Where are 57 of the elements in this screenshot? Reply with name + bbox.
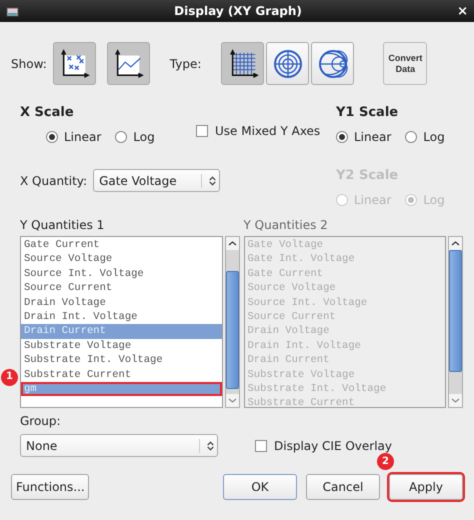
list-item[interactable]: Source Int. Voltage <box>21 266 222 282</box>
smith-chart-icon <box>316 48 349 80</box>
radio-button[interactable] <box>115 131 128 143</box>
scroll-up-icon[interactable] <box>226 237 238 250</box>
radio-label: Linear <box>64 130 102 144</box>
group-dropdown[interactable]: None <box>20 434 218 457</box>
scroll-up-icon[interactable] <box>449 237 462 250</box>
radio-button[interactable] <box>405 131 418 143</box>
plot-type-button[interactable] <box>311 42 354 85</box>
show-label: Show: <box>11 56 47 70</box>
scale-title: Y1 Scale <box>336 105 400 120</box>
scroll-down-icon[interactable] <box>449 394 462 407</box>
cancel-button[interactable]: Cancel <box>306 474 380 500</box>
checkbox-label: Use Mixed Y Axes <box>215 124 320 138</box>
scrollbar[interactable] <box>224 236 240 408</box>
scroll-down-icon[interactable] <box>226 394 238 407</box>
radio-label: Log <box>133 130 155 144</box>
ok-button[interactable]: OK <box>223 474 297 500</box>
list-item[interactable]: Gate Current <box>21 238 222 252</box>
convert-data-button[interactable]: Convert Data <box>383 42 428 85</box>
radio-button[interactable] <box>46 131 58 143</box>
polar-plot-icon <box>272 48 304 80</box>
checkbox-label: Display CIE Overlay <box>274 438 392 452</box>
list-item[interactable]: Drain Int. Voltage <box>21 310 222 324</box>
scale-title: X Scale <box>20 105 75 120</box>
plot-type-button[interactable] <box>221 42 264 85</box>
list-item[interactable]: Drain Voltage <box>21 296 222 310</box>
functions-button[interactable]: Functions... <box>11 474 89 500</box>
app-icon <box>6 5 19 17</box>
list-label: Y Quantities 2 <box>244 218 329 232</box>
line-plot-icon <box>112 48 144 80</box>
radio-label: Linear <box>354 130 392 144</box>
checkbox[interactable] <box>255 440 267 452</box>
scatter-plot-icon <box>58 48 90 80</box>
window-title: Display (XY Graph) <box>173 4 303 18</box>
step-badge: 1 <box>1 368 18 386</box>
radio-label: Linear <box>354 193 392 207</box>
radio-label: Log <box>423 193 445 207</box>
x-quantity-label: X Quantity: <box>20 174 88 188</box>
plot-style-button[interactable] <box>52 42 96 85</box>
step-badge: 2 <box>377 453 394 470</box>
list-item[interactable]: Substrate Voltage <box>21 338 222 354</box>
list-item[interactable]: Source Current <box>21 281 222 296</box>
scrollbar[interactable] <box>448 236 463 408</box>
list-item[interactable]: Substrate Current <box>21 368 222 382</box>
x-quantity-dropdown[interactable]: Gate Voltage <box>93 169 220 192</box>
plot-style-button[interactable] <box>106 42 150 85</box>
group-label: Group: <box>20 414 61 428</box>
list-item[interactable]: Substrate Int. Voltage <box>21 353 222 368</box>
radio-label: Log <box>423 130 445 144</box>
list-item[interactable]: Source Voltage <box>21 252 222 267</box>
type-label: Type: <box>170 56 202 70</box>
close-button[interactable]: × <box>457 4 468 18</box>
radio-button[interactable] <box>336 131 348 143</box>
plot-type-button[interactable] <box>266 42 310 85</box>
list-label: Y Quantities 1 <box>20 218 106 232</box>
checkbox[interactable] <box>196 125 208 137</box>
